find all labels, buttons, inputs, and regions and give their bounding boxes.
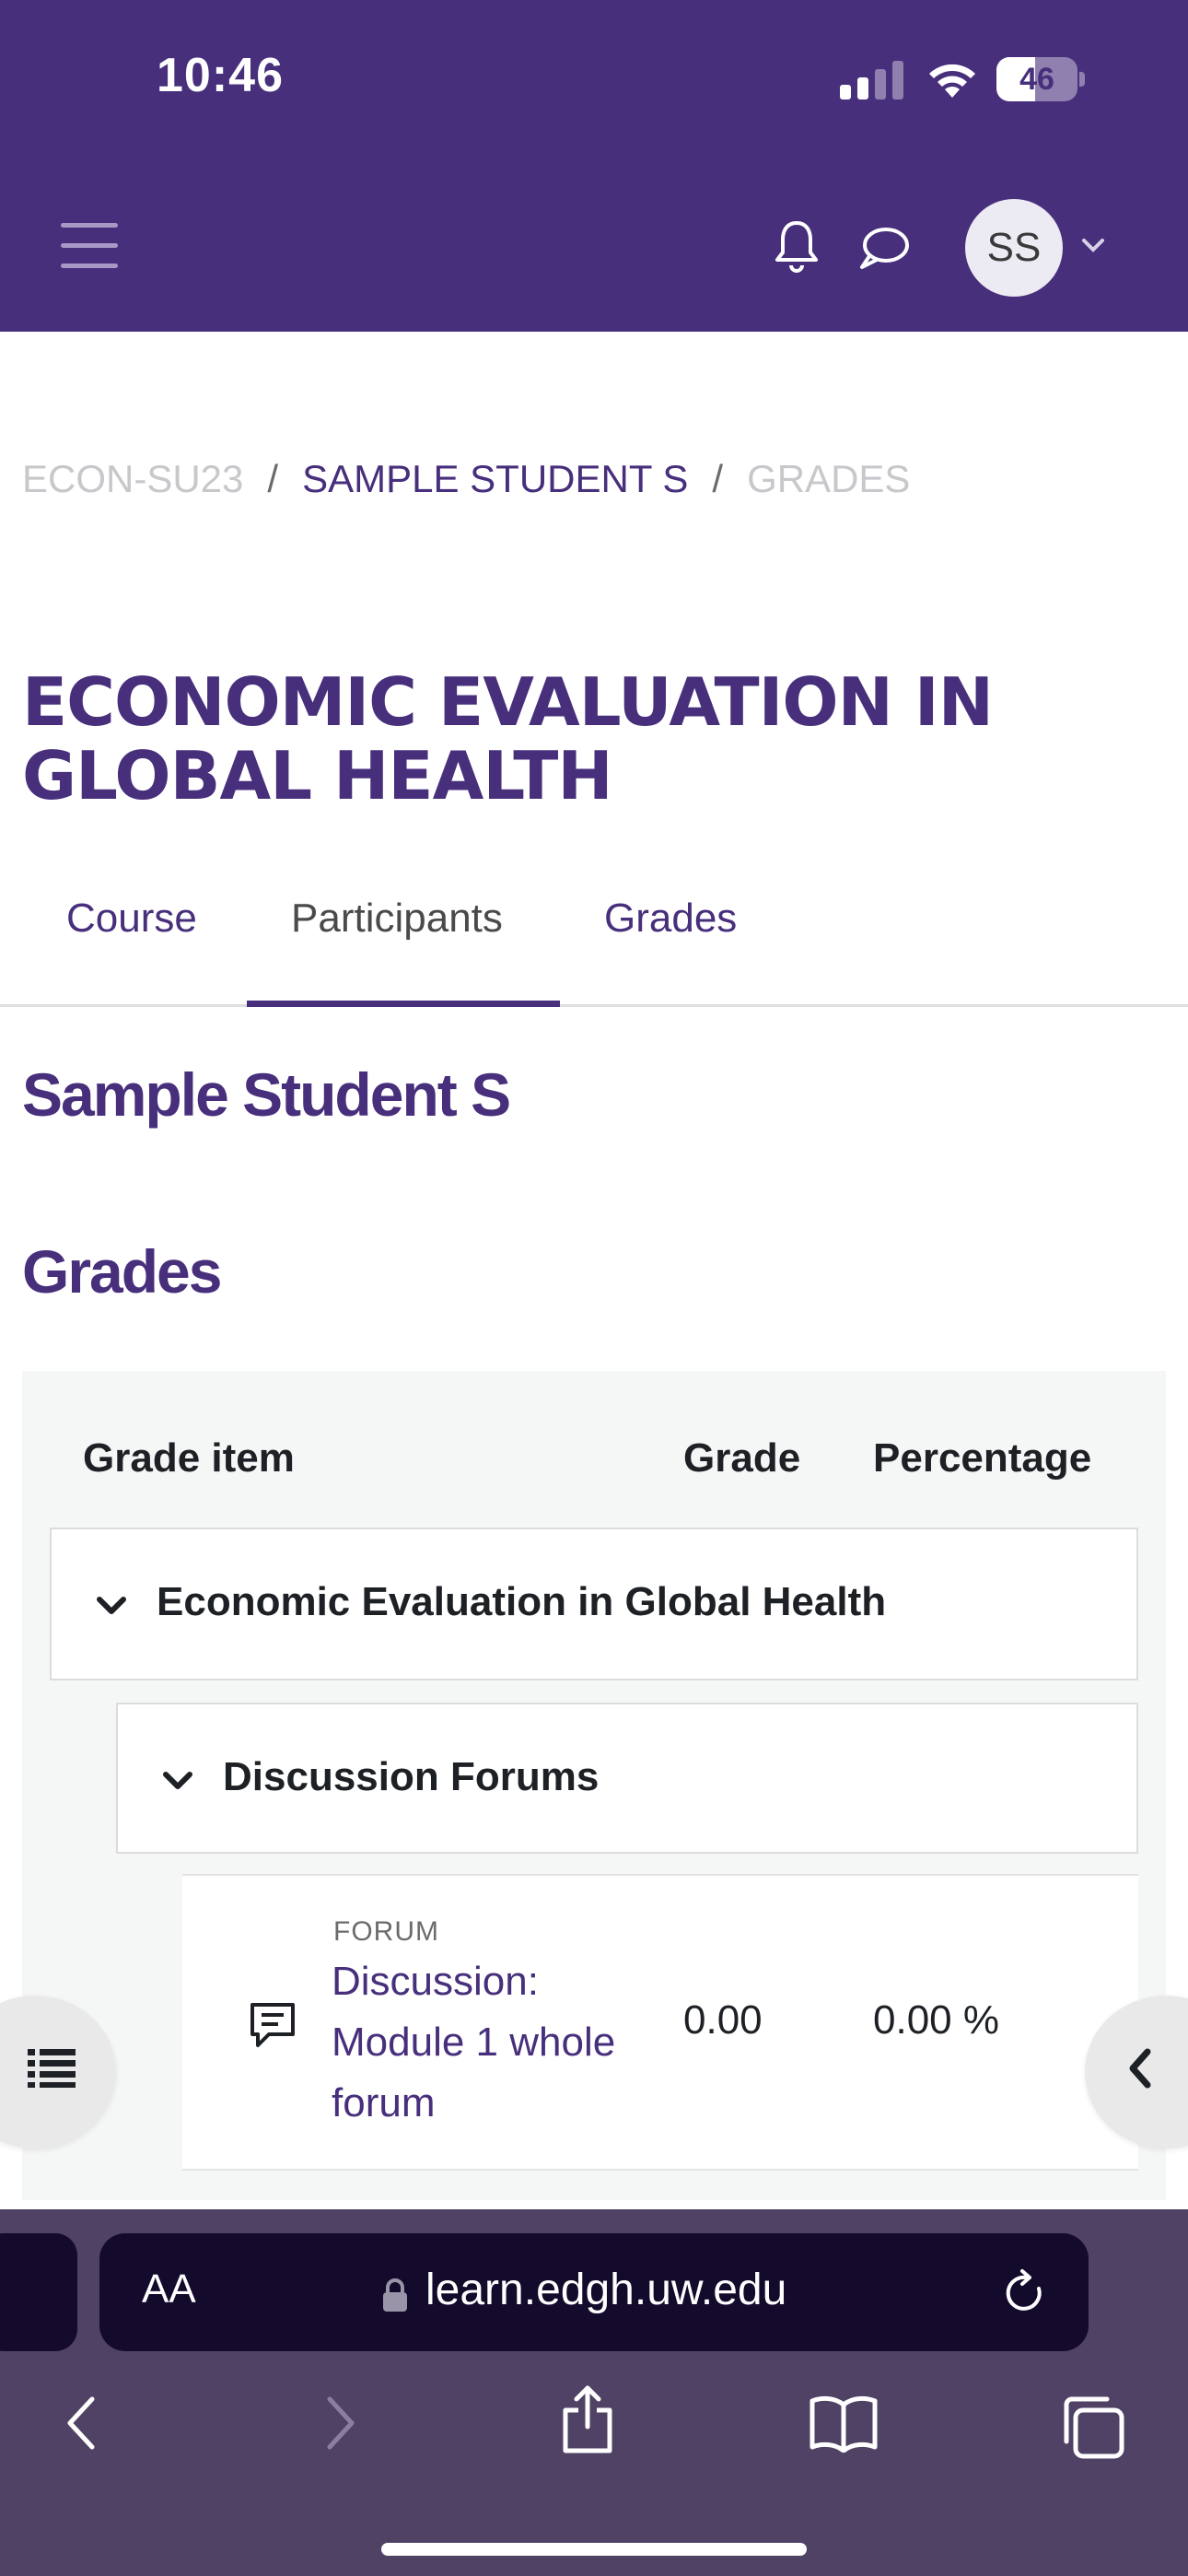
subcategory-name: Discussion Forums (223, 1754, 600, 1799)
tabs-divider (0, 1004, 1188, 1007)
cellular-signal-icon (840, 61, 903, 100)
battery-icon: 46 (996, 57, 1085, 101)
previous-tab-preview[interactable] (0, 2233, 77, 2351)
student-name-heading: Sample Student S (22, 1060, 511, 1129)
text-size-button[interactable]: AA (142, 2266, 196, 2313)
breadcrumb-separator: / (267, 457, 279, 500)
page-title: ECONOMIC EVALUATION IN GLOBAL HEALTH (22, 663, 994, 814)
url-text[interactable]: learn.edgh.uw.edu (425, 2265, 786, 2315)
breadcrumb-student[interactable]: SAMPLE STUDENT S (302, 457, 688, 501)
bookmarks-icon[interactable] (809, 2394, 879, 2453)
home-indicator (381, 2543, 807, 2556)
tab-course[interactable]: Course (66, 896, 197, 942)
activity-type-label: FORUM (333, 1916, 439, 1947)
breadcrumb-grades: GRADES (747, 457, 911, 500)
chevron-down-icon[interactable] (162, 1771, 193, 1791)
share-icon[interactable] (560, 2384, 615, 2454)
notification-bell-icon[interactable] (774, 219, 820, 273)
messages-chat-icon[interactable] (858, 225, 910, 271)
status-time: 10:46 (157, 49, 284, 102)
tabs-icon[interactable] (1059, 2394, 1125, 2460)
active-tab-indicator (247, 1001, 560, 1007)
category-name: Economic Evaluation in Global Health (157, 1579, 887, 1624)
forward-icon (327, 2396, 355, 2450)
chevron-down-icon[interactable] (96, 1596, 127, 1616)
breadcrumb-separator: / (712, 457, 724, 500)
list-icon[interactable] (28, 2047, 76, 2088)
breadcrumb: ECON-SU23 / SAMPLE STUDENT S / GRADES (22, 457, 910, 501)
lock-icon (383, 2278, 407, 2312)
wifi-icon (929, 64, 975, 98)
column-header-grade: Grade (683, 1435, 801, 1481)
grade-value: 0.00 (683, 1997, 763, 2043)
secondary-nav-tabs: Course Participants Grades (0, 884, 1188, 1008)
column-header-grade-item: Grade item (83, 1435, 295, 1481)
user-avatar[interactable]: SS (965, 199, 1063, 297)
tab-participants[interactable]: Participants (291, 896, 503, 942)
breadcrumb-course[interactable]: ECON-SU23 (22, 457, 243, 501)
subcategory-row[interactable]: Discussion Forums (116, 1703, 1138, 1854)
reload-icon[interactable] (1002, 2268, 1048, 2316)
category-row[interactable]: Economic Evaluation in Global Health (50, 1528, 1138, 1680)
chevron-left-icon[interactable] (1125, 2047, 1153, 2090)
grade-item-link[interactable]: Discussion: Module 1 whole forum (332, 1951, 645, 2134)
column-header-percentage: Percentage (873, 1435, 1092, 1481)
tab-grades[interactable]: Grades (604, 896, 737, 942)
chevron-down-icon[interactable] (1079, 234, 1107, 256)
percentage-value: 0.00 % (873, 1997, 999, 2043)
battery-level: 46 (1019, 62, 1054, 97)
back-icon[interactable] (63, 2394, 99, 2453)
menu-hamburger-icon[interactable] (61, 223, 118, 269)
grades-heading: Grades (22, 1237, 222, 1306)
forum-icon (250, 2003, 295, 2047)
